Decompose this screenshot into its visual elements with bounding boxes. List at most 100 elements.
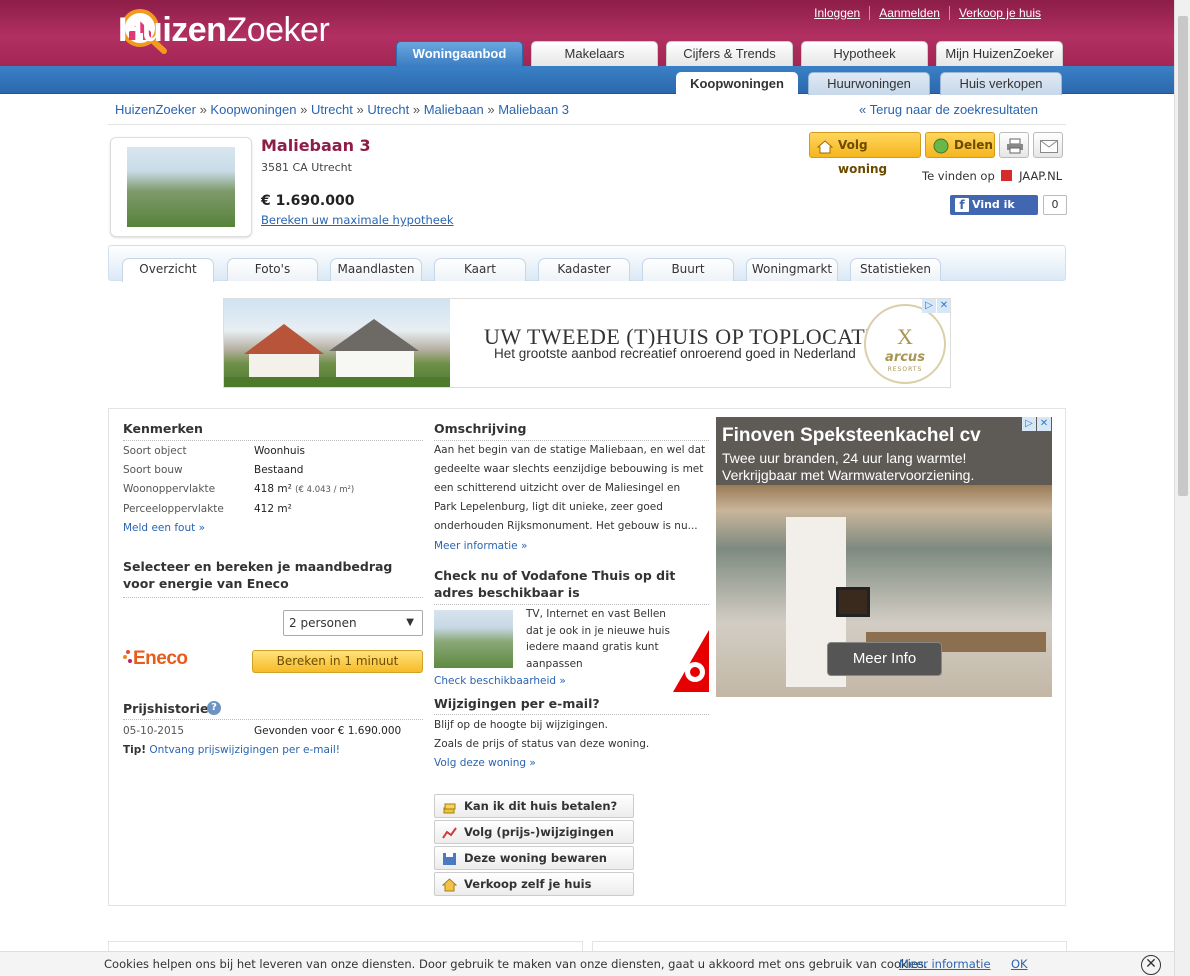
tab-statistieken[interactable]: Statistieken: [850, 258, 941, 281]
check-availability-link[interactable]: Check beschikbaarheid »: [434, 675, 566, 687]
save-house-button[interactable]: Deze woning bewaren: [434, 846, 634, 870]
subtab-huurwoningen[interactable]: Huurwoningen: [808, 72, 930, 95]
tab-mijn-huizenzoeker[interactable]: Mijn HuizenZoeker: [936, 41, 1063, 66]
login-link[interactable]: Inloggen: [805, 6, 869, 20]
house-photo: [127, 147, 235, 227]
calculate-energy-button[interactable]: Bereken in 1 minuut: [252, 650, 423, 673]
vodafone-text: TV, Internet en vast Bellen dat je ook i…: [526, 608, 670, 670]
save-icon: [442, 851, 457, 865]
found-on: Te vinden op JAAP.NL: [922, 169, 1063, 183]
side-ad[interactable]: Finoven Speksteenkachel cv Twee uur bran…: [716, 417, 1052, 697]
breadcrumb-item[interactable]: Koopwoningen: [210, 102, 296, 117]
subtab-huis-verkopen[interactable]: Huis verkopen: [940, 72, 1062, 95]
feature-label: Soort bouw: [123, 464, 183, 476]
facebook-icon: f: [955, 198, 969, 212]
divider: [123, 440, 423, 441]
tab-overzicht[interactable]: Overzicht: [122, 258, 214, 282]
breadcrumb-item[interactable]: Maliebaan 3: [498, 102, 569, 117]
feature-value: 412 m²: [254, 503, 292, 515]
sell-house-link[interactable]: Verkoop je huis: [948, 6, 1050, 20]
ad-info-icon[interactable]: ▷: [922, 299, 936, 313]
ad-info-icon[interactable]: ▷: [1022, 417, 1036, 431]
scrollbar-thumb[interactable]: [1178, 16, 1188, 496]
close-icon[interactable]: ✕: [1141, 955, 1161, 975]
tab-maandlasten[interactable]: Maandlasten: [330, 258, 422, 281]
home-icon: [441, 877, 458, 892]
page-scrollbar[interactable]: [1174, 0, 1190, 976]
breadcrumb-item[interactable]: Maliebaan: [424, 102, 484, 117]
tab-cijfers-trends[interactable]: Cijfers & Trends: [666, 41, 793, 66]
more-info-link[interactable]: Meer informatie »: [434, 540, 527, 552]
jaap-link[interactable]: JAAP.NL: [1019, 169, 1062, 183]
price-history-heading: Prijshistorie: [123, 701, 209, 716]
tab-kadaster[interactable]: Kadaster: [538, 258, 630, 281]
top-links: Inloggen Aanmelden Verkoop je huis: [805, 6, 1050, 20]
tab-woningmarkt[interactable]: Woningmarkt: [746, 258, 838, 281]
breadcrumb-item[interactable]: Utrecht: [367, 102, 409, 117]
email-button[interactable]: [1033, 132, 1063, 158]
house-icon: [816, 138, 834, 162]
jaap-icon: [1001, 170, 1013, 181]
breadcrumb-item[interactable]: HuizenZoeker: [115, 102, 196, 117]
email-changes-heading: Wijzigingen per e-mail?: [434, 696, 600, 711]
facebook-like-count: 0: [1043, 195, 1067, 215]
tab-fotos[interactable]: Foto's: [227, 258, 318, 281]
banner-subline: Het grootste aanbod recreatief onroerend…: [494, 346, 856, 361]
report-error-link[interactable]: Meld een fout »: [123, 522, 205, 534]
tab-woningaanbod[interactable]: Woningaanbod: [396, 41, 523, 67]
help-icon[interactable]: ?: [207, 701, 221, 715]
divider: [123, 719, 423, 720]
follow-house-link[interactable]: Volg deze woning »: [434, 757, 536, 769]
facebook-like-button[interactable]: f Vind ik leuk: [950, 195, 1038, 231]
cookie-text: Cookies helpen ons bij het leveren van o…: [104, 957, 928, 971]
eneco-dots-icon: [123, 649, 133, 663]
arcus-x-mark: X: [897, 324, 913, 349]
ad-close-icon[interactable]: ✕: [937, 299, 950, 313]
tab-makelaars[interactable]: Makelaars: [531, 41, 658, 66]
divider: [434, 714, 709, 715]
follow-house-button[interactable]: Volg woning: [809, 132, 921, 176]
coins-icon: [442, 799, 457, 814]
share-button[interactable]: Delen: [925, 132, 995, 158]
tab-hypotheek[interactable]: Hypotheek: [801, 41, 928, 66]
price-alert-link[interactable]: Ontvang prijswijzigingen per e-mail!: [149, 744, 340, 756]
description-heading: Omschrijving: [434, 421, 527, 436]
print-button[interactable]: [999, 132, 1029, 158]
sell-yourself-button[interactable]: Verkoop zelf je huis: [434, 872, 634, 896]
logo[interactable]: HuizenZoeker: [114, 6, 330, 54]
mortgage-calc-link[interactable]: Bereken uw maximale hypotheek: [261, 213, 454, 227]
banner-ad[interactable]: UW TWEEDE (T)HUIS OP TOPLOCATIE Het groo…: [223, 298, 951, 388]
subtab-koopwoningen[interactable]: Koopwoningen: [676, 72, 798, 95]
divider: [123, 597, 423, 598]
energy-heading: Selecteer en bereken je maandbedrag voor…: [123, 559, 393, 591]
register-link[interactable]: Aanmelden: [869, 6, 949, 20]
kenmerken-heading: Kenmerken: [123, 421, 203, 436]
listing-title: Maliebaan 3: [261, 136, 371, 155]
afford-house-button[interactable]: Kan ik dit huis betalen?: [434, 794, 634, 818]
follow-changes-button[interactable]: Volg (prijs-)wijzigingen: [434, 820, 634, 844]
logo-text: HuizenZoeker: [118, 10, 330, 49]
ad-close-icon[interactable]: ✕: [1037, 417, 1051, 431]
printer-icon: [1006, 138, 1024, 157]
eneco-logo: Eneco: [123, 648, 188, 670]
cookie-bar: Cookies helpen ons bij het leveren van o…: [0, 951, 1174, 976]
back-to-results-link[interactable]: « Terug naar de zoekresultaten: [859, 102, 1038, 117]
household-size-select[interactable]: 2 personen ▼: [283, 610, 423, 636]
share-icon: [933, 138, 949, 162]
holiday-home-photo: [224, 299, 450, 387]
feature-label: Soort object: [123, 445, 187, 457]
vodafone-heading: Check nu of Vodafone Thuis op dit adres …: [434, 568, 676, 600]
tab-buurt[interactable]: Buurt: [642, 258, 734, 281]
arcus-logo: X arcus RESORTS: [864, 304, 946, 384]
vodafone-logo: [673, 630, 709, 692]
vodafone-house-thumb: [434, 610, 513, 668]
side-ad-text: Twee uur branden, 24 uur lang warmte! Ve…: [722, 450, 975, 483]
cookie-more-info-link[interactable]: Meer informatie: [899, 952, 991, 976]
feature-value: Bestaand: [254, 464, 304, 476]
cookie-ok-link[interactable]: OK: [1011, 952, 1028, 976]
listing-thumbnail[interactable]: [110, 137, 252, 237]
tab-kaart[interactable]: Kaart: [434, 258, 526, 281]
breadcrumb-item[interactable]: Utrecht: [311, 102, 353, 117]
side-ad-more-info-button[interactable]: Meer Info: [827, 642, 942, 676]
feature-value: Woonhuis: [254, 445, 305, 457]
